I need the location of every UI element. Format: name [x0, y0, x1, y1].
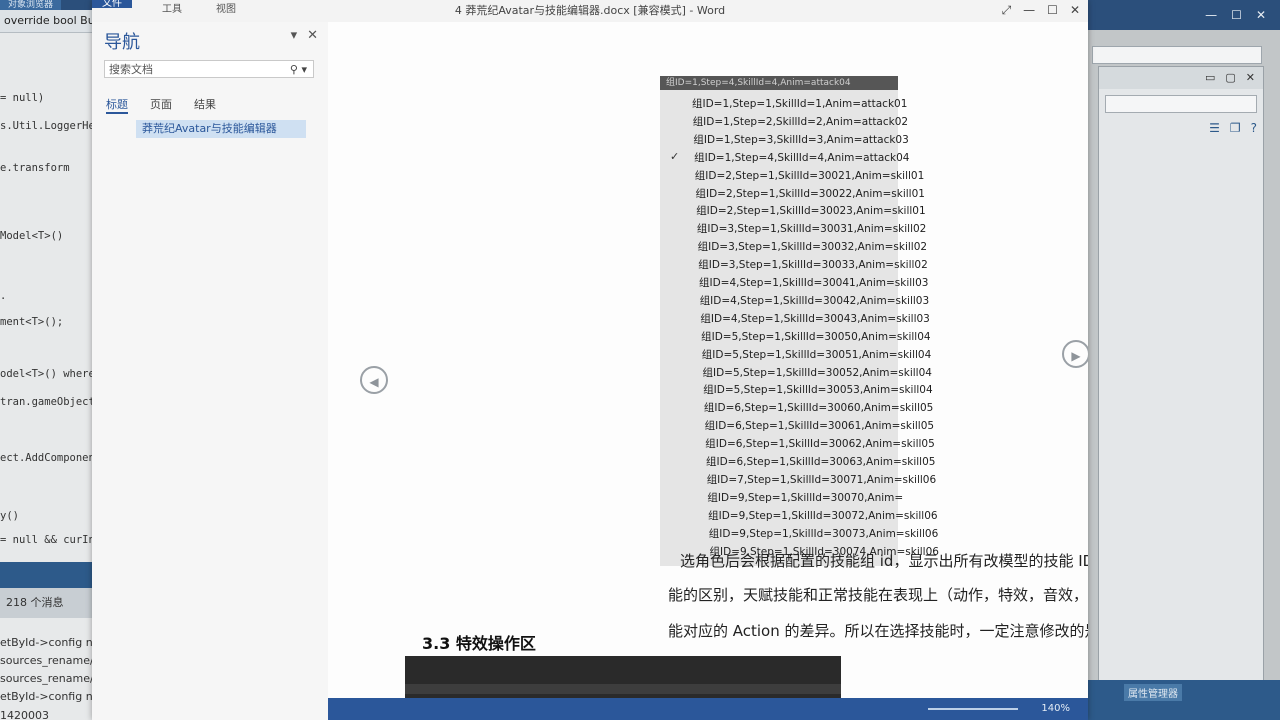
dropdown-option[interactable]: 组ID=4,Step=1,SkillId=30041,Anim=skill03 — [699, 275, 928, 290]
background-status-bar: 属性管理器 — [1086, 680, 1280, 720]
output-line: 1420003 — [0, 709, 49, 720]
background-app-window: — ☐ ✕ ▭ ▢ ✕ ☰ ❐ ? 属性管理器 — [1086, 0, 1280, 720]
dropdown-option[interactable]: 组ID=5,Step=1,SkillId=30050,Anim=skill04 — [701, 329, 930, 344]
dropdown-option[interactable]: 组ID=5,Step=1,SkillId=30051,Anim=skill04 — [702, 347, 931, 362]
code-line: y() — [0, 510, 19, 522]
checkmark-icon: ✓ — [670, 149, 680, 163]
dropdown-option[interactable]: 组ID=9,Step=1,SkillId=30072,Anim=skill06 — [708, 508, 937, 523]
navigation-tabs: 标题 页面 结果 — [106, 96, 216, 114]
dropdown-option[interactable]: 组ID=6,Step=1,SkillId=30063,Anim=skill05 — [706, 454, 935, 469]
search-document-input[interactable]: 搜索文档 ⚲ ▾ — [104, 60, 314, 78]
inner-toolbar: ☰ ❐ ? — [1105, 121, 1257, 139]
dropdown-option[interactable]: 组ID=9,Step=1,SkillId=30073,Anim=skill06 — [709, 526, 938, 541]
paragraph-line: 能的区别，天赋技能和正常技能在表现上（动作，特效，音效，相机）差别不大，主要是技 — [668, 586, 1088, 604]
tab-pages[interactable]: 页面 — [150, 96, 172, 114]
document-page-area: ◀ ▶ 组ID=1,Step=4,SkillId=4,Anim=attack04… — [328, 22, 1088, 720]
window-controls: ⤢ — ☐ ✕ — [1002, 3, 1080, 18]
dropdown-option[interactable]: 组ID=5,Step=1,SkillId=30052,Anim=skill04 — [703, 365, 932, 380]
dropdown-option[interactable]: 组ID=1,Step=3,SkillId=3,Anim=attack03 — [693, 132, 908, 147]
section-heading: 3.3 特效操作区 — [422, 634, 536, 653]
zoom-level[interactable]: 140% — [1041, 703, 1070, 714]
dropdown-option[interactable]: 组ID=6,Step=1,SkillId=30061,Anim=skill05 — [705, 418, 934, 433]
arrow-right-icon: ▶ — [1071, 349, 1081, 363]
help-icon[interactable]: ? — [1251, 121, 1257, 139]
dropdown-option[interactable]: 组ID=5,Step=1,SkillId=30053,Anim=skill04 — [703, 382, 932, 397]
code-line: = null && curIn — [0, 534, 95, 546]
dropdown-option[interactable]: 组ID=2,Step=1,SkillId=30021,Anim=skill01 — [695, 168, 924, 183]
word-window: 文件 工具 视图 4 莽荒纪Avatar与技能编辑器.docx [兼容模式] -… — [92, 0, 1088, 720]
word-status-bar: 140% — [328, 698, 1088, 720]
list-icon[interactable]: ☰ — [1209, 121, 1220, 139]
minimize-icon[interactable]: — — [1023, 3, 1035, 18]
dropdown-option[interactable]: 组ID=3,Step=1,SkillId=30033,Anim=skill02 — [698, 257, 927, 272]
inner-window: ▭ ▢ ✕ ☰ ❐ ? — [1098, 66, 1264, 688]
word-title-bar: 文件 工具 视图 4 莽荒纪Avatar与技能编辑器.docx [兼容模式] -… — [92, 0, 1088, 22]
code-line: e.transform — [0, 162, 70, 174]
property-manager-tab[interactable]: 属性管理器 — [1124, 684, 1182, 701]
dropdown-option[interactable]: 组ID=2,Step=1,SkillId=30023,Anim=skill01 — [696, 203, 925, 218]
dropdown-option[interactable]: 组ID=1,Step=4,SkillId=4,Anim=attack04 — [694, 150, 909, 165]
code-line: Model<T>() — [0, 230, 64, 242]
dropdown-selected-value[interactable]: 组ID=1,Step=4,SkillId=4,Anim=attack04 — [660, 76, 898, 90]
dropdown-option[interactable]: 组ID=2,Step=1,SkillId=30022,Anim=skill01 — [696, 186, 925, 201]
code-line: tran.gameObject — [0, 396, 95, 408]
embedded-toolbar — [405, 684, 841, 694]
code-line: s.Util.LoggerHe — [0, 120, 95, 132]
tab-results[interactable]: 结果 — [194, 96, 216, 114]
search-icon[interactable]: ⚲ ▾ — [290, 61, 307, 79]
close-icon[interactable]: ✕ — [1246, 67, 1255, 89]
inner-search-input[interactable] — [1105, 95, 1257, 113]
arrow-left-icon: ◀ — [369, 375, 379, 389]
previous-page-button[interactable]: ◀ — [360, 366, 388, 394]
paragraph-line: 能对应的 Action 的差异。所以在选择技能时，一定注意修改的是技能的类型 — [668, 622, 1088, 640]
code-line: . — [0, 290, 7, 302]
dropdown-option[interactable]: 组ID=1,Step=1,SkillId=1,Anim=attack01 — [692, 96, 907, 111]
dropdown-option[interactable]: 组ID=6,Step=1,SkillId=30060,Anim=skill05 — [704, 400, 933, 415]
navigation-pane: 导航 ▾ ✕ 搜索文档 ⚲ ▾ 标题 页面 结果 莽荒纪Avatar与技能编辑器 — [92, 22, 329, 720]
navigation-title: 导航 — [104, 32, 140, 53]
close-icon[interactable]: ✕ — [1256, 8, 1266, 22]
minimize-icon[interactable]: ▭ — [1205, 67, 1215, 89]
dropdown-option[interactable]: 组ID=7,Step=1,SkillId=30071,Anim=skill06 — [707, 472, 936, 487]
tab-headings[interactable]: 标题 — [106, 96, 128, 114]
minimize-icon[interactable]: — — [1205, 8, 1217, 22]
search-placeholder: 搜索文档 — [109, 63, 153, 76]
code-line: ment<T>(); — [0, 316, 64, 328]
nav-heading-item[interactable]: 莽荒纪Avatar与技能编辑器 — [136, 120, 306, 138]
dropdown-option[interactable]: 组ID=3,Step=1,SkillId=30031,Anim=skill02 — [697, 221, 926, 236]
pane-options-icon[interactable]: ▾ — [291, 28, 298, 43]
document-title: 4 莽荒纪Avatar与技能编辑器.docx [兼容模式] - Word — [454, 4, 726, 17]
code-line: ect.AddComponent — [0, 452, 102, 464]
close-icon[interactable]: ✕ — [307, 28, 318, 43]
inner-window-controls: ▭ ▢ ✕ — [1099, 67, 1263, 89]
paragraph-line: 选角色后会根据配置的技能组 id，显示出所有改模型的技能 ID，注意天赋技能和正… — [680, 552, 1088, 570]
dropdown-option[interactable]: 组ID=3,Step=1,SkillId=30032,Anim=skill02 — [698, 239, 927, 254]
restore-icon[interactable]: ⤢ — [1002, 3, 1012, 18]
dropdown-option[interactable]: 组ID=6,Step=1,SkillId=30062,Anim=skill05 — [705, 436, 934, 451]
background-titlebar: — ☐ ✕ — [1086, 0, 1280, 30]
dropdown-option[interactable]: 组ID=4,Step=1,SkillId=30042,Anim=skill03 — [700, 293, 929, 308]
code-line: = null) — [0, 92, 45, 104]
dropdown-option[interactable]: 组ID=1,Step=2,SkillId=2,Anim=attack02 — [693, 114, 908, 129]
dropdown-option[interactable]: 组ID=9,Step=1,SkillId=30070,Anim= — [707, 490, 903, 505]
window-icon[interactable]: ❐ — [1230, 121, 1241, 139]
dropdown-option[interactable]: 组ID=4,Step=1,SkillId=30043,Anim=skill03 — [700, 311, 929, 326]
maximize-icon[interactable]: ☐ — [1047, 3, 1058, 18]
skill-group-dropdown[interactable]: 组ID=1,Step=4,SkillId=4,Anim=attack04 组ID… — [660, 76, 939, 566]
address-field[interactable] — [1092, 46, 1262, 64]
code-line: odel<T>() where — [0, 368, 95, 380]
next-page-button[interactable]: ▶ — [1062, 340, 1088, 368]
maximize-icon[interactable]: ▢ — [1225, 67, 1235, 89]
navigation-pane-controls: ▾ ✕ — [291, 28, 318, 43]
close-icon[interactable]: ✕ — [1070, 3, 1080, 18]
zoom-slider[interactable] — [928, 708, 1018, 710]
code-tab[interactable]: 对象浏览器 — [0, 0, 62, 10]
maximize-icon[interactable]: ☐ — [1231, 8, 1242, 22]
